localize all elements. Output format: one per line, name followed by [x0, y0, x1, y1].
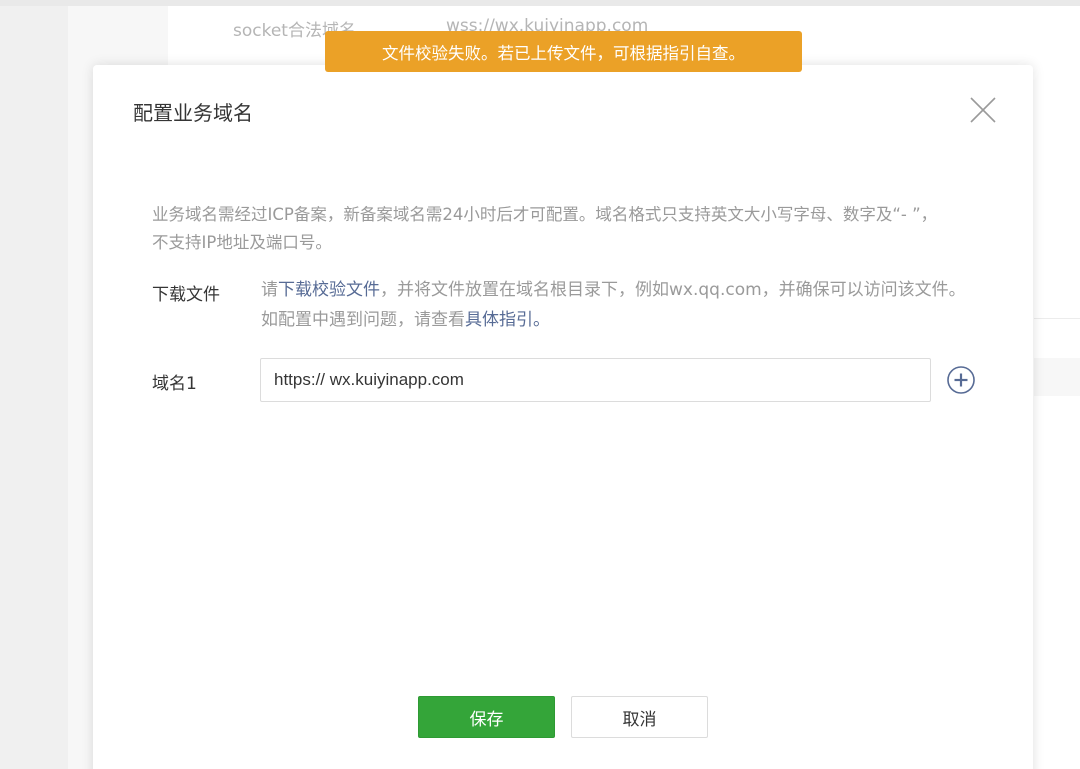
- background-row-stripe: [1034, 358, 1080, 396]
- domain-1-label: 域名1: [152, 374, 197, 394]
- background-divider: [1034, 318, 1080, 319]
- download-verification-file-link[interactable]: 下载校验文件: [278, 280, 380, 300]
- plus-circle-icon[interactable]: [946, 365, 976, 395]
- download-file-label: 下载文件: [152, 285, 220, 305]
- error-toast: 文件校验失败。若已上传文件，可根据指引自查。: [325, 31, 802, 72]
- domain-requirements-notice: 业务域名需经过ICP备案，新备案域名需24小时后才可配置。域名格式只支持英文大小…: [152, 205, 938, 252]
- close-icon[interactable]: [969, 96, 997, 124]
- cancel-button[interactable]: 取消: [571, 696, 708, 738]
- download-instructions: 请下载校验文件，并将文件放置在域名根目录下，例如wx.qq.com，并确保可以访…: [261, 275, 981, 335]
- download-text-before: 请: [261, 280, 278, 300]
- guide-link[interactable]: 具体指引。: [465, 310, 550, 330]
- left-panel: [0, 6, 68, 769]
- page: socket合法域名 wss://wx.kuiyinapp.com 配置业务域名…: [0, 0, 1080, 769]
- save-button[interactable]: 保存: [418, 696, 555, 738]
- dialog-title: 配置业务域名: [133, 101, 253, 125]
- domain-1-input[interactable]: [260, 358, 931, 402]
- configure-domain-dialog: 配置业务域名 业务域名需经过ICP备案，新备案域名需24小时后才可配置。域名格式…: [93, 65, 1033, 769]
